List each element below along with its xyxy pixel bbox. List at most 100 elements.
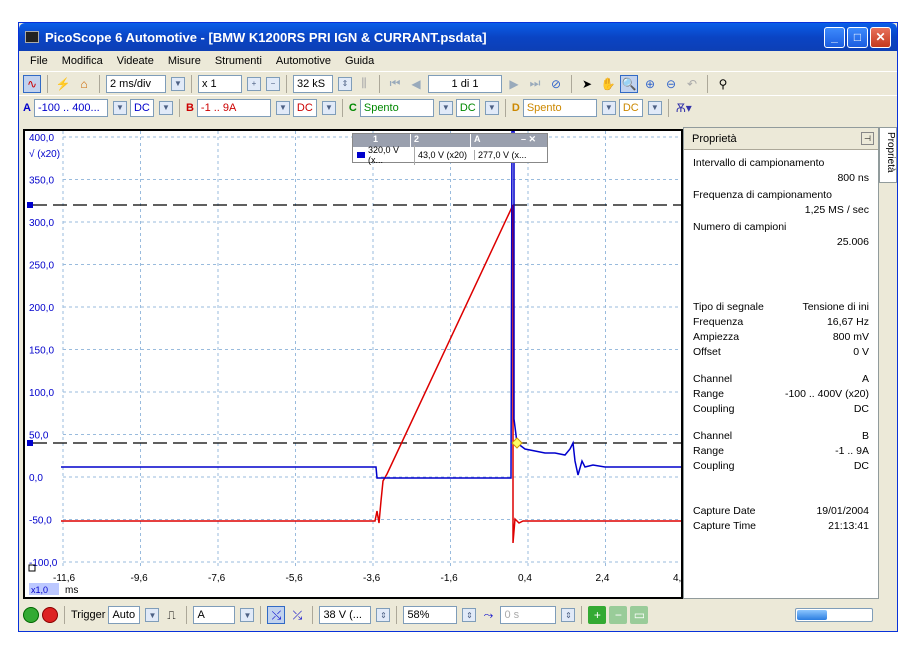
next-buffer-icon[interactable]: ▶ xyxy=(505,75,523,93)
property-label: Intervallo di campionamento xyxy=(693,157,825,169)
channel-d-coupling[interactable]: DC xyxy=(618,98,643,117)
ruler-handle-1[interactable] xyxy=(27,202,33,208)
maximize-button[interactable]: □ xyxy=(847,26,868,48)
channel-d-range[interactable]: Spento xyxy=(522,98,597,117)
signal-generator-icon[interactable]: ⫼ xyxy=(355,75,373,93)
channel-b-range-dropdown-icon[interactable]: ▼ xyxy=(275,100,290,115)
rising-edge-icon[interactable]: ⤯ xyxy=(267,606,286,624)
bottom-toolbar: Trigger Auto ▼ ⎍ A ▼ ⤯ ⤰ 38 V (... ⇕ 58%… xyxy=(19,603,897,627)
undo-zoom-icon[interactable]: ↶ xyxy=(683,75,701,93)
menu-misure[interactable]: Misure xyxy=(161,55,208,67)
hand-icon[interactable]: ✋ xyxy=(599,75,617,93)
stop-button[interactable] xyxy=(42,607,58,623)
ruler-channel-swatch xyxy=(357,152,365,158)
delay-field[interactable]: 0 s xyxy=(500,606,557,624)
pre-trigger-spinner-icon[interactable]: ⇕ xyxy=(462,608,477,622)
channel-d-range-dropdown-icon[interactable]: ▼ xyxy=(601,100,616,115)
minimize-button[interactable]: _ xyxy=(824,26,845,48)
x-tick-label: -3,6 xyxy=(363,573,381,584)
x-zoom-label: x1,0 xyxy=(31,585,48,595)
properties-group: Channel A Range -100 .. 400V (x20) Coupling D… xyxy=(684,372,878,417)
trigger-source-dropdown-icon[interactable]: ▼ xyxy=(240,608,255,622)
trigger-level-field[interactable]: 38 V (... xyxy=(319,606,372,624)
trigger-source-select[interactable]: A xyxy=(193,606,236,624)
channel-c-coupling[interactable]: DC xyxy=(455,98,480,117)
zoom-in-icon[interactable]: ⊕ xyxy=(641,75,659,93)
channel-a-label[interactable]: A xyxy=(23,102,31,114)
channel-a-range[interactable]: -100 .. 400... xyxy=(33,98,108,117)
menu-modifica[interactable]: Modifica xyxy=(55,55,110,67)
channel-a-range-dropdown-icon[interactable]: ▼ xyxy=(112,100,127,115)
last-buffer-icon[interactable]: ⏭ xyxy=(526,75,544,93)
zoom-minus-icon[interactable]: − xyxy=(266,76,280,91)
channel-c-coupling-dropdown-icon[interactable]: ▼ xyxy=(484,100,499,115)
zoom-field[interactable]: x 1 xyxy=(198,74,242,93)
property-value: B xyxy=(861,430,869,442)
compass-icon[interactable]: ⊘ xyxy=(547,75,565,93)
scope-view[interactable]: 400,0 350,0 300,0 250,0 200,0 150,0 100,0 50,0 0… xyxy=(23,129,683,599)
zoom-plus-icon[interactable]: + xyxy=(247,76,261,91)
scope-graph[interactable]: 400,0 350,0 300,0 250,0 200,0 150,0 100,0 50,0 0… xyxy=(25,131,681,597)
start-button[interactable] xyxy=(23,607,39,623)
main-toolbar: ∿ ⚡ ⌂ 2 ms/div ▼ x 1 + − 32 kS ⇕ ⫼ ⏮ ◀ 1… xyxy=(19,71,897,95)
channel-b-range[interactable]: -1 .. 9A xyxy=(196,98,271,117)
channel-c-range[interactable]: Spento xyxy=(359,98,434,117)
property-label: Coupling xyxy=(693,460,735,472)
buffer-field[interactable]: 1 di 1 xyxy=(428,74,502,93)
channel-c-label[interactable]: C xyxy=(349,102,357,114)
wizard-icon[interactable]: ⚡ xyxy=(54,75,72,93)
trigger-edge-icon[interactable]: ⎍ xyxy=(162,606,180,624)
property-value: 16,67 Hz xyxy=(826,316,869,328)
channel-c-range-dropdown-icon[interactable]: ▼ xyxy=(438,100,453,115)
menu-automotive[interactable]: Automotive xyxy=(269,55,338,67)
property-row: Frequenza di campionamento xyxy=(684,188,878,203)
trigger-delay-icon[interactable]: ⤳ xyxy=(479,606,497,624)
add-measurement-icon[interactable]: + xyxy=(588,606,607,624)
close-button[interactable]: ✕ xyxy=(870,26,891,48)
scope-mode-icon[interactable]: ∿ xyxy=(23,74,41,93)
prev-buffer-icon[interactable]: ◀ xyxy=(407,75,425,93)
ruler-handle-2[interactable] xyxy=(27,440,33,446)
menu-videate[interactable]: Videate xyxy=(110,55,161,67)
ruler-header-2: 2 xyxy=(411,134,471,147)
pre-trigger-field[interactable]: 58% xyxy=(403,606,458,624)
channel-d-coupling-dropdown-icon[interactable]: ▼ xyxy=(647,100,662,115)
home-icon[interactable]: ⌂ xyxy=(75,75,93,93)
trigger-level-spinner-icon[interactable]: ⇕ xyxy=(376,608,391,622)
menu-file[interactable]: File xyxy=(23,55,55,67)
samples-spinner-icon[interactable]: ⇕ xyxy=(338,76,352,91)
main-window: PicoScope 6 Automotive - [BMW K1200RS PR… xyxy=(18,22,898,632)
edit-measurement-icon[interactable]: ▭ xyxy=(630,606,649,624)
property-value: -1 .. 9A xyxy=(835,445,869,457)
zoom-overview-icon[interactable]: ⚲ xyxy=(714,75,732,93)
pointer-icon[interactable]: ➤ xyxy=(578,75,596,93)
menu-strumenti[interactable]: Strumenti xyxy=(208,55,269,67)
property-row: Channel B xyxy=(684,429,878,444)
properties-tab[interactable]: Proprietà xyxy=(879,127,897,183)
channel-a-coupling-dropdown-icon[interactable]: ▼ xyxy=(158,100,173,115)
zoom-tool-icon[interactable]: 🔍 xyxy=(620,74,638,93)
y-tick-label: 200,0 xyxy=(29,303,54,314)
channel-b-coupling-dropdown-icon[interactable]: ▼ xyxy=(321,100,336,115)
channel-d-label[interactable]: D xyxy=(512,102,520,114)
channel-b-label[interactable]: B xyxy=(186,102,194,114)
trigger-label: Trigger xyxy=(71,609,106,621)
math-channels-icon[interactable]: Ѫ▾ xyxy=(675,99,693,117)
remove-measurement-icon[interactable]: − xyxy=(609,606,628,624)
menu-guida[interactable]: Guida xyxy=(338,55,381,67)
trigger-mode-dropdown-icon[interactable]: ▼ xyxy=(145,608,160,622)
pin-icon[interactable]: ⊣ xyxy=(861,132,874,145)
delay-spinner-icon[interactable]: ⇕ xyxy=(561,608,576,622)
trigger-mode-select[interactable]: Auto xyxy=(108,606,141,624)
falling-edge-icon[interactable]: ⤰ xyxy=(288,606,306,624)
channel-b-coupling[interactable]: DC xyxy=(292,98,317,117)
timebase-select[interactable]: 2 ms/div xyxy=(106,74,166,93)
ruler-table-close-icon[interactable]: – ✕ xyxy=(521,134,536,147)
samples-field[interactable]: 32 kS xyxy=(293,74,333,93)
property-row: Tipo di segnale Tensione di ini xyxy=(684,300,878,315)
property-value: DC xyxy=(853,403,869,415)
timebase-dropdown-icon[interactable]: ▼ xyxy=(171,76,185,91)
first-buffer-icon[interactable]: ⏮ xyxy=(386,75,404,93)
channel-a-coupling[interactable]: DC xyxy=(129,98,154,117)
zoom-out-icon[interactable]: ⊖ xyxy=(662,75,680,93)
